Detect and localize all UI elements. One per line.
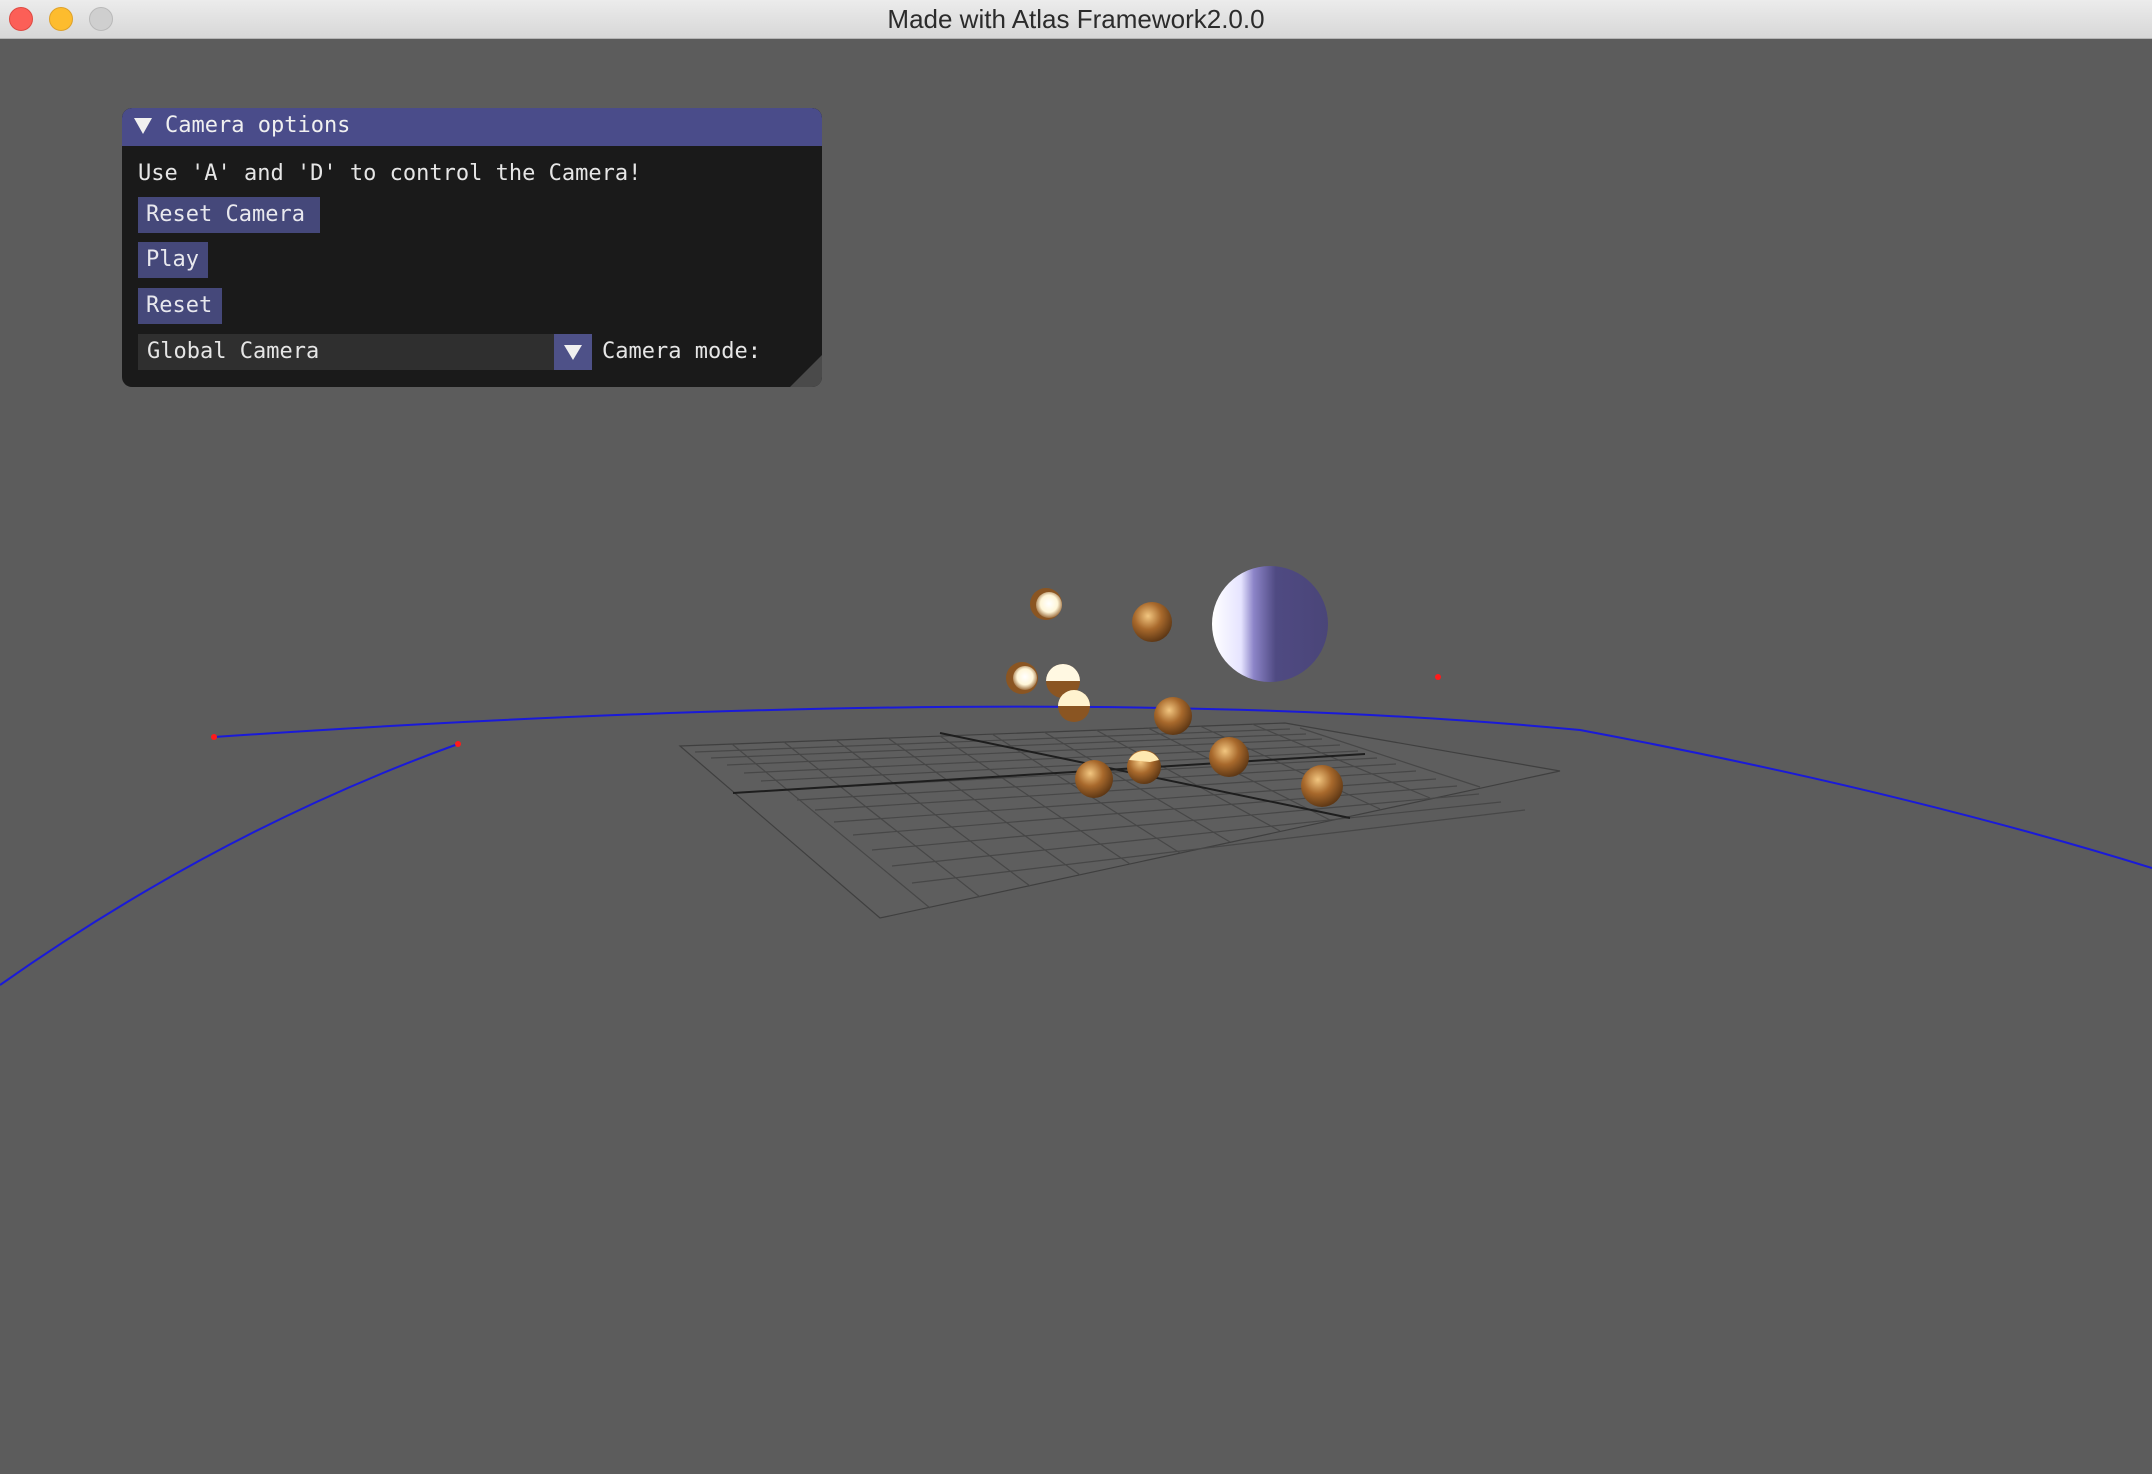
panel-title: Camera options [165, 113, 351, 138]
window-title: Made with Atlas Framework2.0.0 [887, 4, 1265, 34]
3d-viewport[interactable]: Camera options Use 'A' and 'D' to contro… [0, 40, 2152, 1474]
camera-options-panel[interactable]: Camera options Use 'A' and 'D' to contro… [122, 108, 822, 387]
reset-camera-button[interactable]: Reset Camera [138, 197, 320, 233]
play-button[interactable]: Play [138, 242, 208, 278]
camera-mode-select[interactable]: Global Camera [138, 334, 592, 370]
panel-header[interactable]: Camera options [122, 108, 822, 146]
dropdown-button[interactable] [554, 334, 592, 370]
collapse-arrow-icon[interactable] [134, 118, 152, 134]
reset-button[interactable]: Reset [138, 288, 222, 324]
large-sphere [1212, 566, 1328, 682]
camera-hint-text: Use 'A' and 'D' to control the Camera! [138, 161, 642, 186]
camera-mode-value: Global Camera [147, 339, 320, 364]
grid-floor [678, 722, 1561, 919]
resize-grip-icon[interactable] [790, 355, 822, 387]
window-titlebar: Made with Atlas Framework2.0.0 [0, 0, 2152, 39]
chevron-down-icon [564, 345, 582, 360]
camera-mode-label: Camera mode: [602, 339, 761, 364]
